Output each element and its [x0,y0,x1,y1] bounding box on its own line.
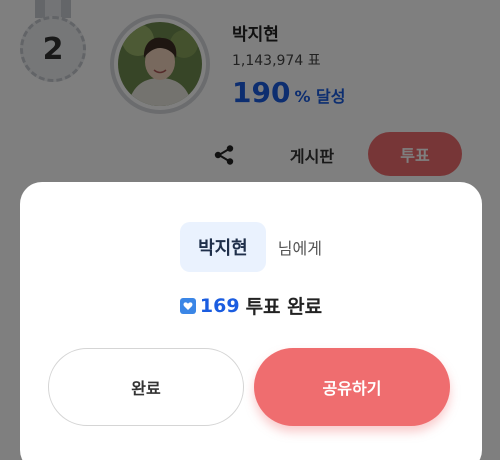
vote-result-row: 169 투표 완료 [20,292,482,319]
recipient-name-chip: 박지현 [180,222,266,272]
vote-complete-modal: 박지현 님에게 169 투표 완료 완료 공유하기 [20,182,482,460]
recipient-row: 박지현 님에게 [20,222,482,272]
recipient-suffix: 님에게 [277,239,322,258]
share-cta-button[interactable]: 공유하기 [254,348,450,426]
done-button[interactable]: 완료 [48,348,244,426]
votes-label: 투표 완료 [245,296,323,318]
votes-count: 169 [199,294,240,317]
heart-icon [179,297,196,314]
